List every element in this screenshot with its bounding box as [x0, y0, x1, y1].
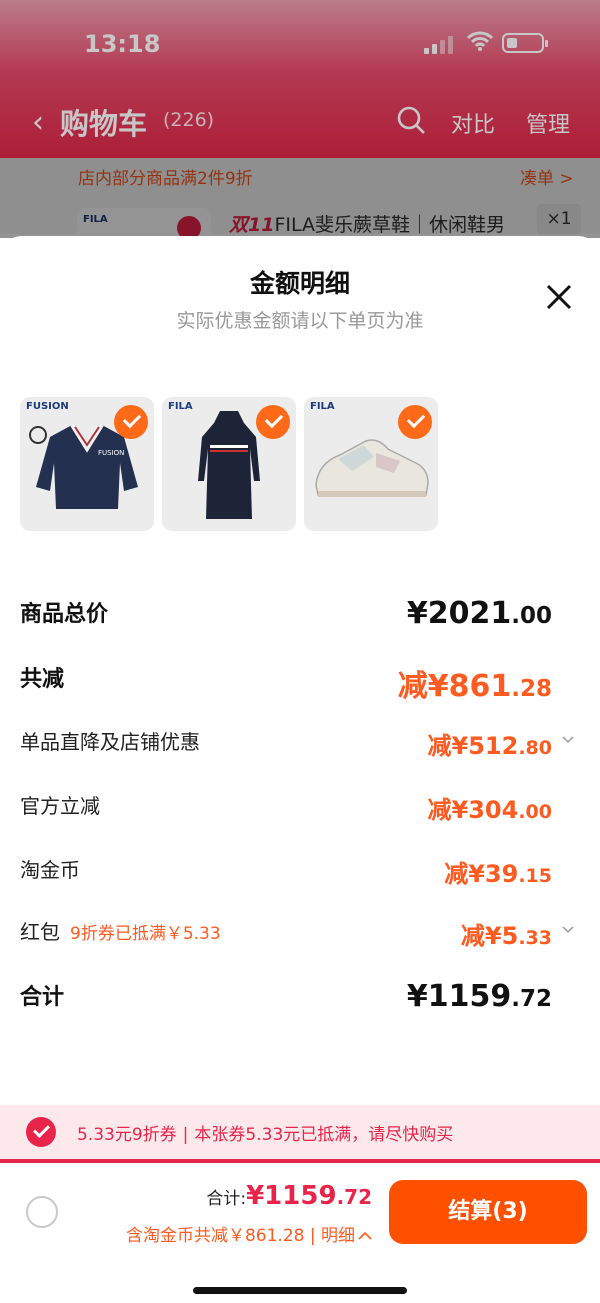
detail-toggle[interactable]: 含淘金币共减￥861.28 | 明细: [126, 1221, 372, 1246]
total-reduction-label: 共减: [20, 667, 65, 692]
close-icon[interactable]: [544, 282, 574, 312]
checked-icon[interactable]: [114, 405, 148, 439]
check-circle-icon: [26, 1117, 56, 1147]
dim-overlay-top[interactable]: [0, 0, 600, 158]
item-thumbnail[interactable]: FILA: [304, 397, 438, 531]
checkout-button[interactable]: 结算(3): [389, 1180, 587, 1244]
select-all-radio[interactable]: [26, 1196, 58, 1228]
taojinbi-label: 淘金币: [20, 858, 80, 882]
sum-label: 合计: [20, 985, 65, 1010]
official-discount-value: 减¥304.00: [427, 796, 552, 824]
total-reduction-value: 减¥861.28: [397, 669, 552, 704]
checked-icon[interactable]: [256, 405, 290, 439]
shop-discount-label: 单品直降及店铺优惠: [20, 730, 200, 754]
official-discount-label: 官方立减: [20, 794, 100, 818]
coupon-text: 5.33元9折券 | 本张券5.33元已抵满，请尽快购买: [77, 1125, 454, 1145]
sheet-title: 金额明细: [249, 269, 350, 298]
brand-logo: FILA: [310, 401, 335, 412]
dim-overlay[interactable]: [0, 158, 600, 238]
item-thumbnail[interactable]: FUSION FUSION: [20, 397, 154, 531]
total-price: 合计:¥1159.72: [206, 1181, 372, 1211]
selected-items: FUSION FUSION FILA FILA: [20, 397, 580, 531]
checked-icon[interactable]: [398, 405, 432, 439]
coupon-banner[interactable]: 5.33元9折券 | 本张券5.33元已抵满，请尽快购买: [0, 1105, 600, 1159]
chevron-up-icon: [358, 1231, 372, 1240]
red-packet-value: 减¥5.33: [460, 922, 552, 950]
sum-value: ¥1159.72: [406, 979, 552, 1014]
taojinbi-value: 减¥39.15: [444, 860, 552, 888]
chevron-down-icon[interactable]: [562, 926, 574, 934]
home-indicator: [193, 1287, 407, 1294]
checkout-bar: 合计:¥1159.72 含淘金币共减￥861.28 | 明细 结算(3): [0, 1163, 600, 1303]
shop-discount-value: 减¥512.80: [427, 732, 552, 760]
goods-total-label: 商品总价: [20, 602, 109, 627]
red-packet-label: 红包 9折券已抵满￥5.33: [20, 920, 221, 944]
brand-logo: FILA: [168, 401, 193, 412]
sheet-subtitle: 实际优惠金额请以下单页为准: [176, 310, 424, 332]
coupon-note: 9折券已抵满￥5.33: [70, 924, 221, 944]
chevron-down-icon[interactable]: [562, 736, 574, 744]
goods-total-value: ¥2021.00: [406, 596, 552, 631]
brand-logo: FUSION: [26, 401, 69, 412]
item-thumbnail[interactable]: FILA: [162, 397, 296, 531]
svg-text:FUSION: FUSION: [98, 449, 124, 457]
